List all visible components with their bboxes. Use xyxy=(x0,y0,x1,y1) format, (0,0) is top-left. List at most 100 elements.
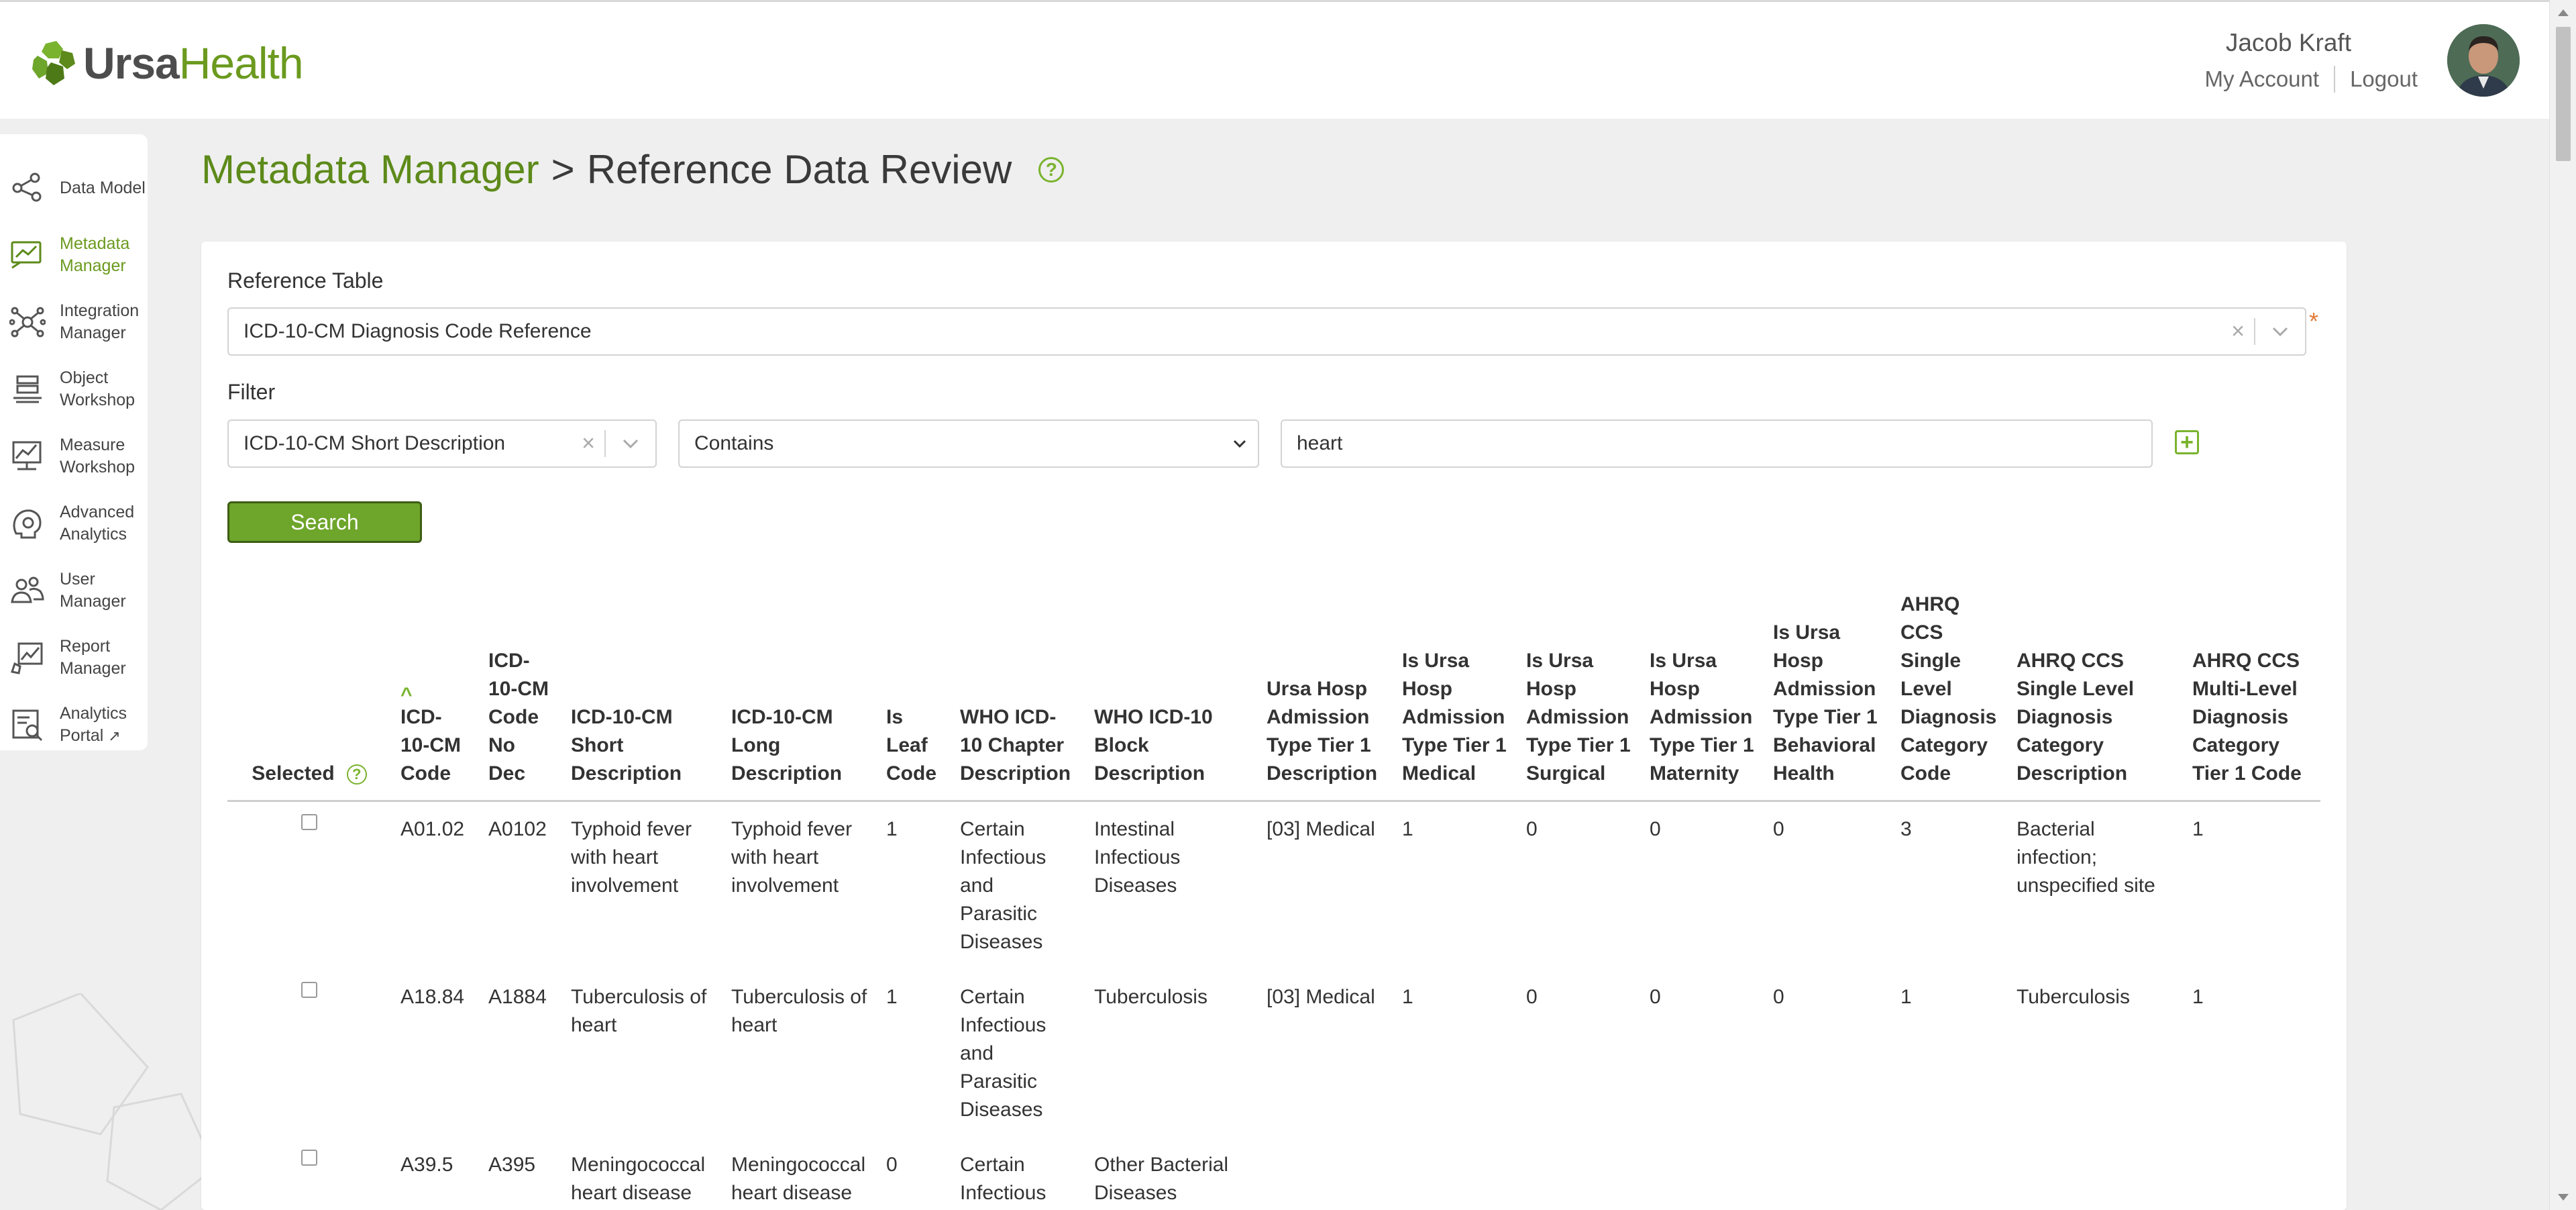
measure-chart-icon xyxy=(12,441,42,470)
sidebar-item-label: Metadata Manager xyxy=(60,234,130,275)
clear-icon[interactable]: × xyxy=(2231,319,2245,345)
column-header-ccs-category-description[interactable]: AHRQ CCS Single Level Diagnosis Category… xyxy=(2007,591,2183,802)
table-cell xyxy=(1257,1138,1393,1210)
main-panel: Reference Table ICD-10-CM Diagnosis Code… xyxy=(201,242,2347,1210)
sidebar-item-label: Measure Workshop xyxy=(60,436,136,476)
row-select-cell xyxy=(227,801,391,970)
column-header-selected: Selected? xyxy=(227,591,391,802)
column-header-is-surgical[interactable]: Is Ursa Hosp Admission Type Tier 1 Surgi… xyxy=(1517,591,1640,802)
table-cell: 3 xyxy=(1900,818,1912,840)
filter-value-input[interactable]: heart xyxy=(1281,419,2153,468)
row-checkbox[interactable] xyxy=(301,814,317,830)
table-cell: 0 xyxy=(1526,818,1538,840)
column-header-code-no-dec[interactable]: ICD-10-CM Code No Dec xyxy=(479,591,561,802)
sidebar-item-label: Object Workshop xyxy=(60,368,136,409)
column-header-is-leaf[interactable]: Is Leaf Code xyxy=(877,591,951,802)
column-header-is-maternity[interactable]: Is Ursa Hosp Admission Type Tier 1 Mater… xyxy=(1640,591,1764,802)
logo-wordmark: UrsaHealth xyxy=(83,38,304,88)
chevron-down-icon[interactable] xyxy=(2270,325,2290,338)
help-icon[interactable]: ? xyxy=(346,764,367,785)
clear-icon[interactable]: × xyxy=(582,431,595,457)
table-cell xyxy=(2183,1138,2320,1210)
column-header-is-medical[interactable]: Is Ursa Hosp Admission Type Tier 1 Medic… xyxy=(1393,591,1517,802)
filter-field-value: ICD-10-CM Short Description xyxy=(244,432,506,454)
sidebar-item-data-model[interactable]: Data Model xyxy=(0,154,148,221)
table-cell: Intestinal Infectious Diseases xyxy=(1094,818,1181,897)
avatar[interactable] xyxy=(2447,24,2520,97)
table-cell: Certain Infectious and Parasitic Disease… xyxy=(960,818,1046,953)
table-cell xyxy=(1393,1138,1517,1210)
logout-link[interactable]: Logout xyxy=(2350,66,2418,92)
table-cell: Bacterial infection; unspecified site xyxy=(2017,818,2155,897)
select-divider xyxy=(2254,318,2255,345)
column-header-ccs-multi-level-code[interactable]: AHRQ CCS Multi-Level Diagnosis Category … xyxy=(2183,591,2320,802)
row-checkbox[interactable] xyxy=(301,982,317,998)
column-header-is-behavioral-health[interactable]: Is Ursa Hosp Admission Type Tier 1 Behav… xyxy=(1764,591,1891,802)
filter-value-text: heart xyxy=(1297,432,1343,454)
scroll-up-arrow-icon[interactable] xyxy=(2558,9,2569,16)
table-row: A01.02 A0102 Typhoid fever with heart in… xyxy=(227,801,2320,970)
table-cell: 1 xyxy=(886,986,898,1008)
table-cell: Meningococcal heart disease xyxy=(731,1154,866,1204)
metadata-chart-icon xyxy=(11,241,42,269)
table-cell xyxy=(1640,1138,1764,1210)
table-cell: Tuberculosis xyxy=(1094,986,1208,1008)
table-cell: 1 xyxy=(2192,818,2204,840)
table-cell: Other Bacterial Diseases xyxy=(1094,1154,1229,1204)
sidebar-item-object-workshop[interactable]: Object Workshop xyxy=(0,356,148,423)
vertical-scrollbar[interactable] xyxy=(2549,0,2576,1210)
sort-ascending-icon[interactable]: ^ xyxy=(400,685,470,705)
sidebar-item-metadata-manager[interactable]: Metadata Manager xyxy=(0,221,148,289)
help-icon[interactable]: ? xyxy=(1038,156,1065,183)
select-divider xyxy=(604,430,606,457)
sidebar-item-report-manager[interactable]: Report Manager xyxy=(0,624,148,691)
top-bar: UrsaHealth Jacob Kraft My Account Logout xyxy=(0,0,2576,119)
sidebar-item-integration-manager[interactable]: Integration Manager xyxy=(0,289,148,356)
table-cell xyxy=(1891,1138,2007,1210)
column-header-icd-code[interactable]: ^ ICD-10-CM Code xyxy=(391,591,479,802)
row-select-cell xyxy=(227,1138,391,1210)
portal-icon xyxy=(12,709,43,742)
layers-icon xyxy=(13,375,42,403)
chevron-down-icon[interactable] xyxy=(1230,437,1250,450)
add-filter-button[interactable]: + xyxy=(2175,430,2199,454)
column-header-who-block[interactable]: WHO ICD-10 Block Description xyxy=(1085,591,1257,802)
user-photo-icon xyxy=(2447,24,2520,97)
sidebar-item-measure-workshop[interactable]: Measure Workshop xyxy=(0,423,148,490)
page-title: Metadata Manager > Reference Data Review… xyxy=(201,146,1065,193)
table-cell: A18.84 xyxy=(400,986,465,1008)
filter-field-select[interactable]: ICD-10-CM Short Description × xyxy=(227,419,657,468)
ursa-health-logo[interactable]: UrsaHealth xyxy=(32,33,304,93)
column-header-admission-type-description[interactable]: Ursa Hosp Admission Type Tier 1 Descript… xyxy=(1257,591,1393,802)
network-icon xyxy=(9,307,46,338)
column-header-who-chapter[interactable]: WHO ICD-10 Chapter Description xyxy=(951,591,1085,802)
sidebar-item-analytics-portal[interactable]: Analytics Portal ↗ xyxy=(0,691,148,758)
scroll-down-arrow-icon[interactable] xyxy=(2558,1194,2569,1201)
breadcrumb-parent[interactable]: Metadata Manager xyxy=(201,146,539,193)
column-header-ccs-category-code[interactable]: AHRQ CCS Single Level Diagnosis Category… xyxy=(1891,591,2007,802)
column-header-long-description[interactable]: ICD-10-CM Long Description xyxy=(722,591,877,802)
scroll-thumb[interactable] xyxy=(2556,27,2571,161)
row-checkbox[interactable] xyxy=(301,1150,317,1166)
ursa-logo-icon xyxy=(32,41,75,85)
table-cell xyxy=(1517,1138,1640,1210)
filter-operator-select[interactable]: Contains xyxy=(678,419,1259,468)
table-cell: Tuberculosis of heart xyxy=(571,986,707,1036)
my-account-link[interactable]: My Account xyxy=(2204,66,2319,92)
reference-table-select[interactable]: ICD-10-CM Diagnosis Code Reference × xyxy=(227,307,2306,356)
table-cell: Meningococcal heart disease xyxy=(571,1154,706,1204)
table-cell: 0 xyxy=(886,1154,898,1176)
sidebar: Data Model Metadata Manager Integration … xyxy=(0,134,148,750)
table-cell: A0102 xyxy=(488,818,547,840)
table-cell: A395 xyxy=(488,1154,536,1176)
table-cell: A01.02 xyxy=(400,818,465,840)
search-button[interactable]: Search xyxy=(227,501,422,543)
sidebar-item-advanced-analytics[interactable]: Advanced Analytics xyxy=(0,490,148,557)
chevron-down-icon[interactable] xyxy=(621,437,641,450)
breadcrumb-current: Reference Data Review xyxy=(586,147,1012,192)
breadcrumb-separator: > xyxy=(551,147,575,192)
user-links: My Account Logout xyxy=(2204,66,2418,93)
column-header-short-description[interactable]: ICD-10-CM Short Description xyxy=(561,591,722,802)
sidebar-item-label: User Manager xyxy=(60,570,126,611)
sidebar-item-user-manager[interactable]: User Manager xyxy=(0,557,148,624)
